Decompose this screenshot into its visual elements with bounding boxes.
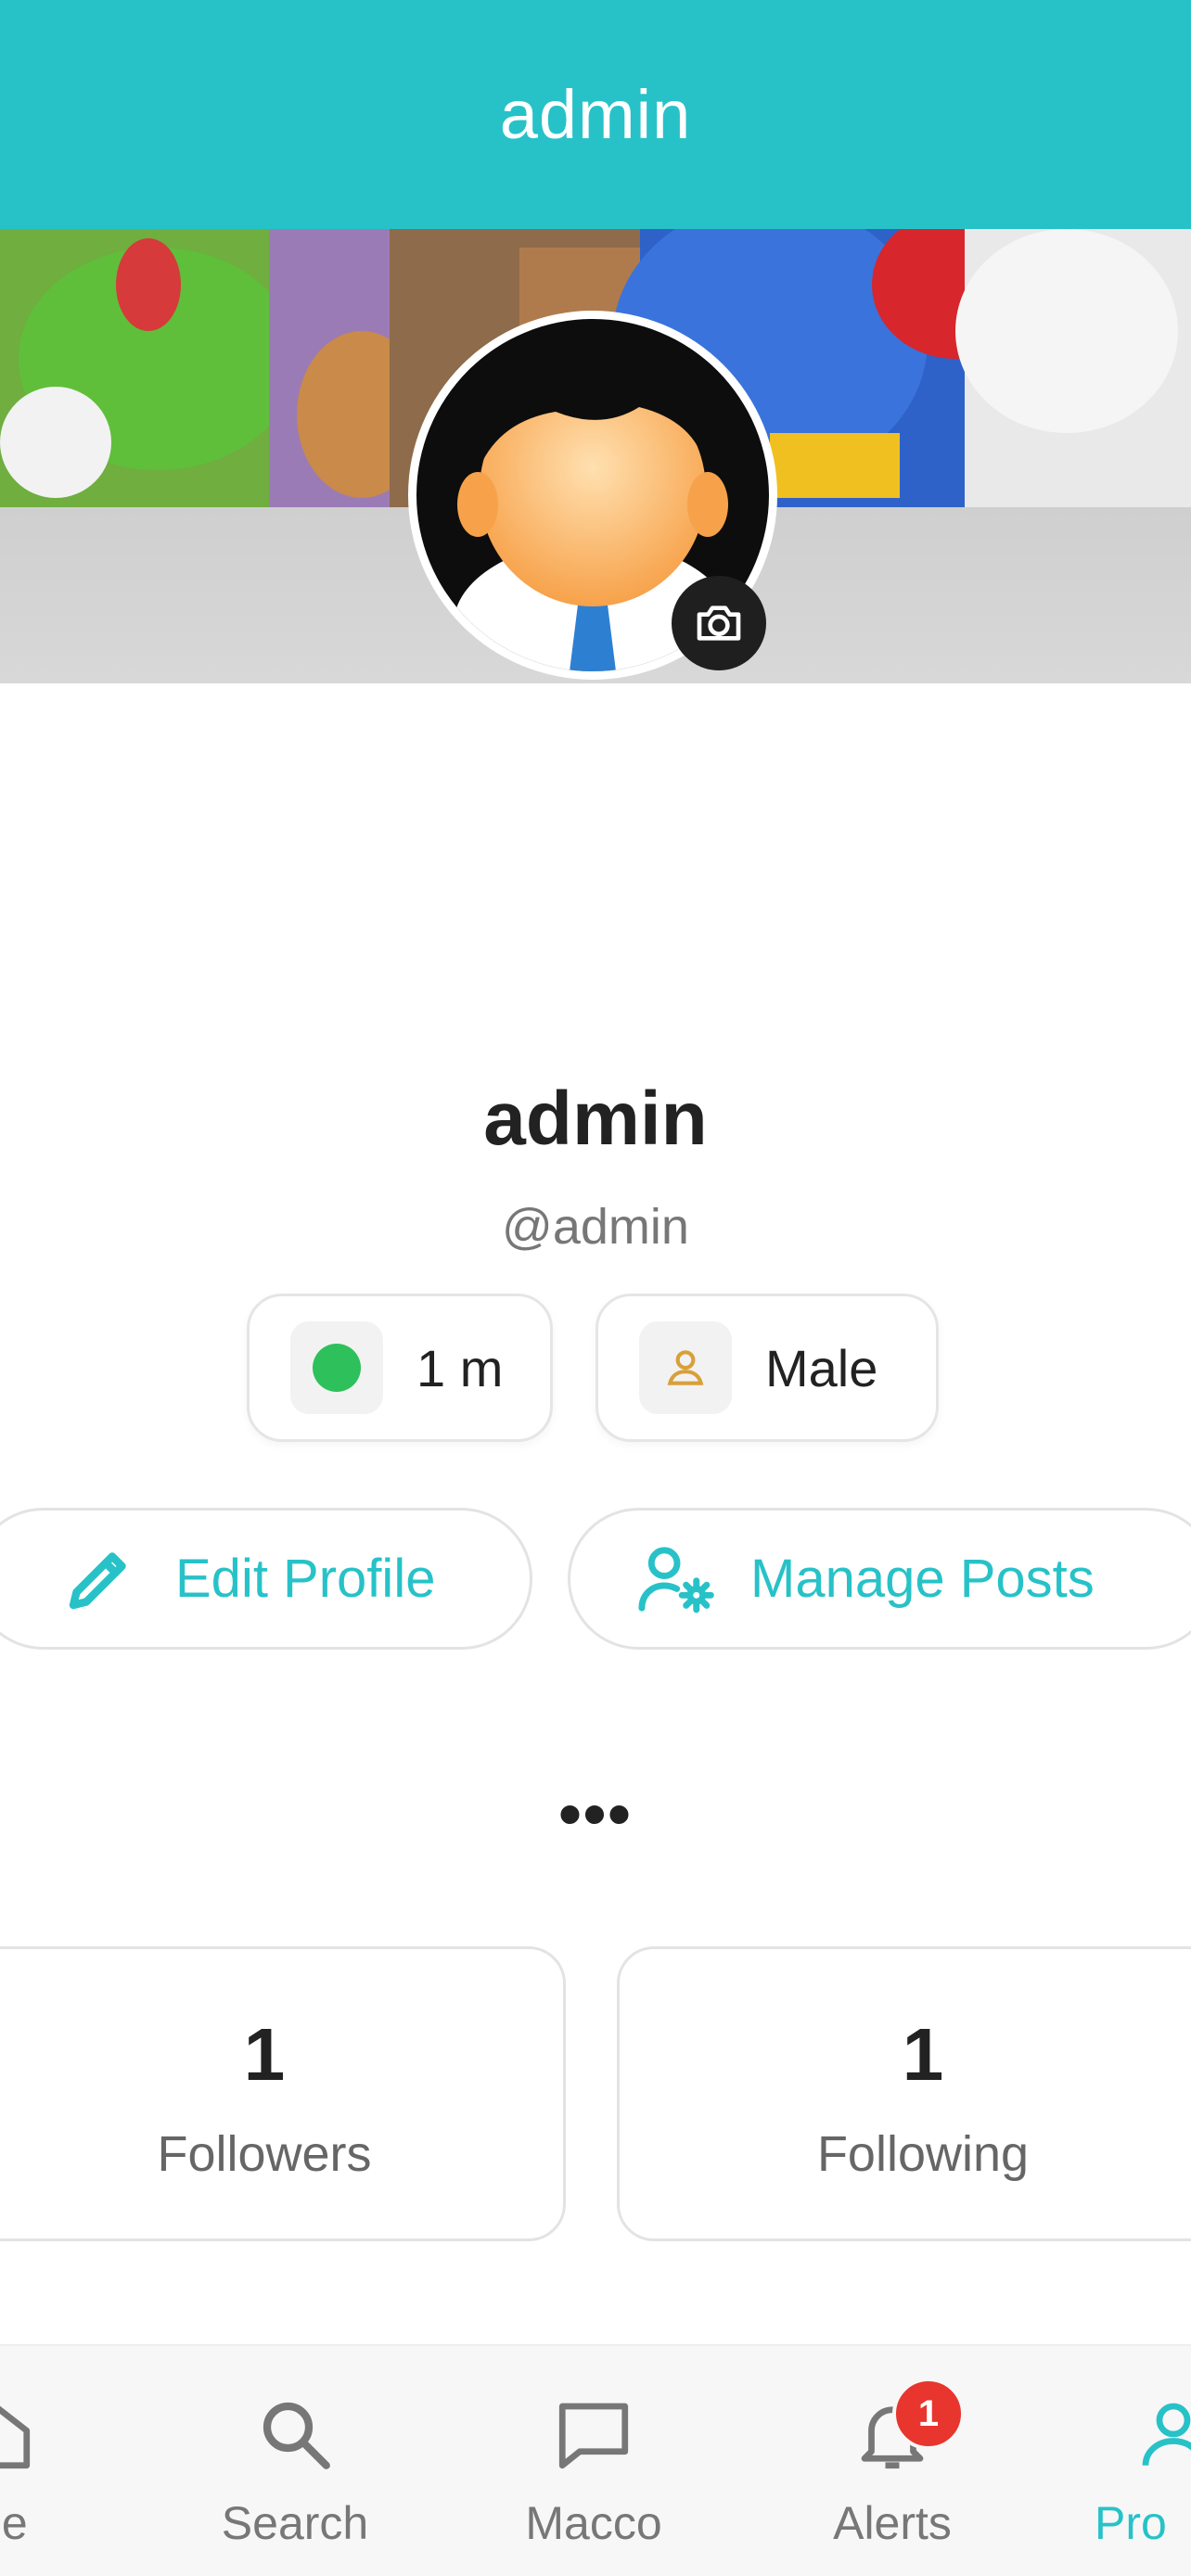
alerts-badge: 1 <box>892 2378 965 2450</box>
top-header: admin <box>0 0 1191 229</box>
following-card[interactable]: 1 Following <box>617 1946 1191 2241</box>
online-indicator <box>290 1321 383 1414</box>
gender-chip: Male <box>596 1294 939 1442</box>
change-avatar-button[interactable] <box>672 576 766 670</box>
pencil-icon <box>69 1551 126 1609</box>
tab-macco-label: Macco <box>525 2497 662 2549</box>
header-title: admin <box>499 76 692 153</box>
tab-alerts[interactable]: 1 Alerts <box>800 2346 985 2576</box>
online-dot-icon <box>313 1344 361 1392</box>
followers-count: 1 <box>243 2013 286 2096</box>
home-icon <box>0 2405 31 2469</box>
manage-posts-label: Manage Posts <box>750 1549 1095 1609</box>
edit-profile-label: Edit Profile <box>175 1549 436 1609</box>
tab-profile-label: Pro <box>1095 2497 1167 2549</box>
more-options-button[interactable]: ••• <box>0 1777 1191 1851</box>
tab-alerts-label: Alerts <box>833 2497 952 2549</box>
person-icon <box>667 1350 704 1385</box>
followers-label: Followers <box>157 2126 372 2182</box>
tab-home-label: me <box>0 2497 28 2549</box>
profile-icon <box>1142 2403 1191 2467</box>
following-count: 1 <box>902 2013 944 2096</box>
tab-search-label: Search <box>221 2497 369 2549</box>
tab-home[interactable]: me <box>0 2346 102 2576</box>
manage-posts-button[interactable]: Manage Posts <box>568 1508 1191 1650</box>
gender-label: Male <box>765 1338 878 1397</box>
online-status-chip: 1 m <box>247 1294 553 1442</box>
gender-indicator <box>639 1321 732 1414</box>
edit-profile-button[interactable]: Edit Profile <box>0 1508 532 1650</box>
following-label: Following <box>816 2126 1030 2182</box>
online-status-label: 1 m <box>416 1338 504 1397</box>
tab-search[interactable]: Search <box>202 2346 388 2576</box>
search-icon <box>263 2402 330 2469</box>
display-name: admin <box>483 1077 708 1161</box>
followers-card[interactable]: 1 Followers <box>0 1946 566 2241</box>
user-settings-icon <box>638 1546 714 1613</box>
tab-profile[interactable]: Pro <box>1095 2346 1191 2576</box>
bottom-tab-bar: me Search Macco 1 Alerts Pro <box>0 2344 1191 2576</box>
chat-bubble-icon <box>558 2403 629 2469</box>
tab-macco[interactable]: Macco <box>501 2346 686 2576</box>
camera-icon <box>697 606 741 641</box>
username-handle: @admin <box>502 1199 689 1255</box>
